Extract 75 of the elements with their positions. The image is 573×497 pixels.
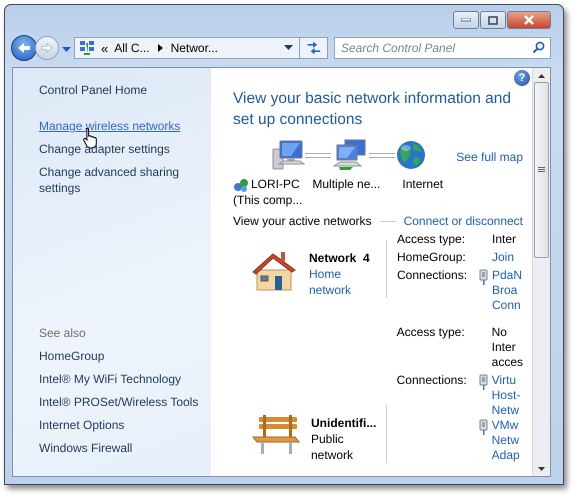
help-button[interactable]: ? — [514, 70, 530, 86]
minimize-icon — [461, 18, 471, 22]
detail-link[interactable]: Netw — [492, 433, 520, 448]
detail-link[interactable]: Join — [492, 250, 514, 265]
see-also-link[interactable]: Windows Firewall — [39, 440, 203, 456]
see-also-link[interactable]: Internet Options — [39, 417, 203, 433]
see-also-heading: See also — [39, 325, 87, 341]
scrollbar[interactable] — [532, 68, 550, 476]
detail-link[interactable]: Netw — [492, 403, 520, 418]
detail-value: acces — [492, 355, 523, 370]
search-icon[interactable] — [532, 41, 545, 54]
breadcrumb-arrow-icon[interactable] — [158, 44, 163, 52]
refresh-icon — [306, 41, 322, 55]
detail-link[interactable]: Host- — [492, 388, 520, 403]
plug-icon — [479, 269, 488, 285]
breadcrumb[interactable]: Networ... — [170, 41, 218, 55]
overflow-chevron[interactable]: « — [101, 40, 108, 56]
sidebar-link[interactable]: Change advanced sharing settings — [39, 164, 203, 196]
page-heading: View your basic network information and set up connections — [233, 89, 512, 130]
back-arrow-icon — [17, 42, 31, 54]
network-type: Public network — [311, 431, 354, 463]
see-also-link[interactable]: Intel® PROSet/Wireless Tools — [39, 394, 203, 410]
forward-arrow-icon — [41, 43, 53, 53]
back-button[interactable] — [11, 35, 37, 61]
restore-icon — [488, 16, 498, 24]
detail-link[interactable]: Virtu — [492, 373, 520, 388]
map-node-label: Multiple ne... — [312, 176, 380, 192]
detail-value: Inter — [492, 340, 517, 355]
map-node-label: (This comp... — [233, 192, 302, 208]
map-node-label: LORI-PC — [251, 176, 301, 192]
sidebar-link[interactable]: Control Panel Home — [39, 82, 203, 98]
search-field[interactable]: Search Control Panel — [334, 37, 551, 59]
detail-link[interactable]: Conn — [492, 298, 522, 313]
detail-link[interactable]: Broa — [492, 283, 522, 298]
bench-icon — [251, 413, 301, 457]
close-button[interactable] — [507, 11, 551, 29]
caret-icon — [62, 46, 71, 52]
detail-link[interactable]: VMw — [492, 418, 520, 433]
breadcrumb[interactable]: All C... — [114, 41, 150, 55]
minimize-button[interactable] — [453, 11, 479, 29]
detail-link[interactable]: PdaN — [492, 268, 522, 283]
see-also-link[interactable]: HomeGroup — [39, 348, 203, 364]
dropdown-icon[interactable] — [284, 45, 293, 51]
detail-value: Inter — [492, 232, 516, 247]
homegroup-icon — [233, 177, 249, 193]
detail-link[interactable]: Adap — [492, 448, 520, 463]
detail-label: Access type: — [396, 325, 466, 341]
detail-label: Access type: — [397, 232, 466, 247]
scroll-up-icon[interactable] — [538, 74, 545, 78]
network-name: Network 4 — [309, 250, 370, 266]
network-type-link[interactable]: Home network — [309, 266, 369, 298]
refresh-button[interactable] — [300, 37, 328, 59]
plug-icon — [478, 419, 488, 435]
plug-icon — [478, 374, 488, 390]
computer-icon[interactable] — [271, 139, 305, 171]
sidebar-link[interactable]: Manage wireless networks — [39, 118, 203, 134]
detail-label: Connections: — [396, 373, 468, 389]
detail-label: HomeGroup: — [397, 250, 467, 265]
address-bar[interactable]: « All C... Networ... — [74, 37, 300, 59]
scrollbar-thumb[interactable] — [534, 82, 549, 258]
see-also-link[interactable]: Intel® My WiFi Technology — [39, 371, 203, 387]
see-full-map-link[interactable]: See full map — [456, 150, 523, 208]
close-icon — [523, 15, 535, 25]
detail-value: No — [492, 325, 508, 340]
network-icon — [79, 40, 95, 56]
scroll-down-icon[interactable] — [538, 467, 545, 471]
globe-icon[interactable] — [395, 139, 427, 171]
sidebar-link[interactable]: Change adapter settings — [39, 141, 203, 157]
connect-disconnect-link[interactable]: Connect or disconnect — [404, 214, 523, 228]
maximize-button[interactable] — [480, 11, 506, 29]
network-name: Unidentifi... — [311, 415, 376, 431]
detail-label: Connections: — [397, 268, 468, 284]
grip-icon — [538, 167, 545, 173]
map-node-label: Internet — [402, 176, 444, 192]
section-heading: View your active networks — [233, 214, 372, 228]
